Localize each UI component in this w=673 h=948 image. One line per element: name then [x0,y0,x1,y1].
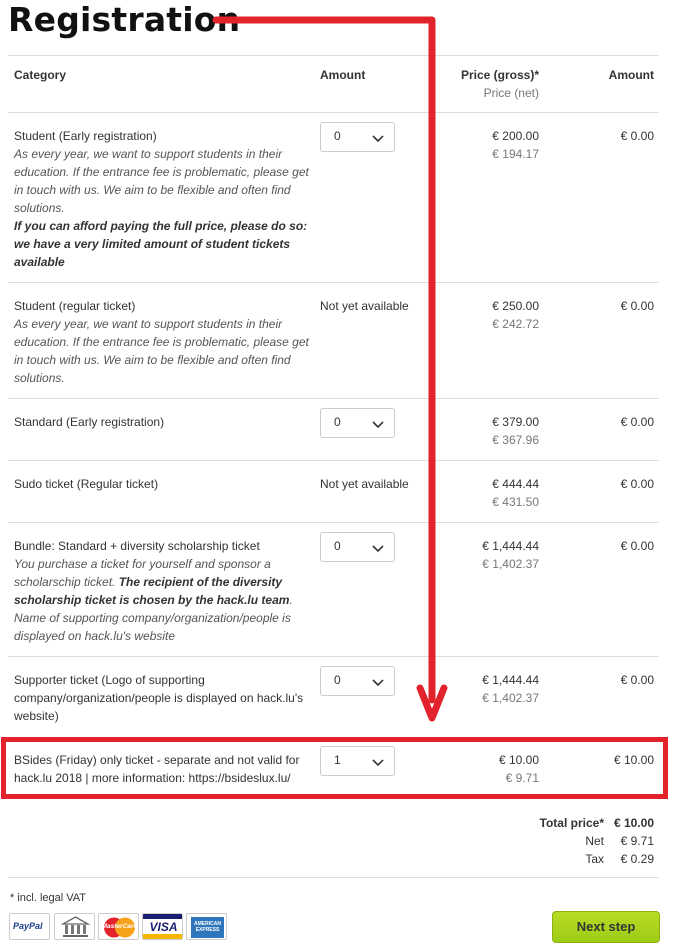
annotation-arrow-icon [212,16,448,722]
